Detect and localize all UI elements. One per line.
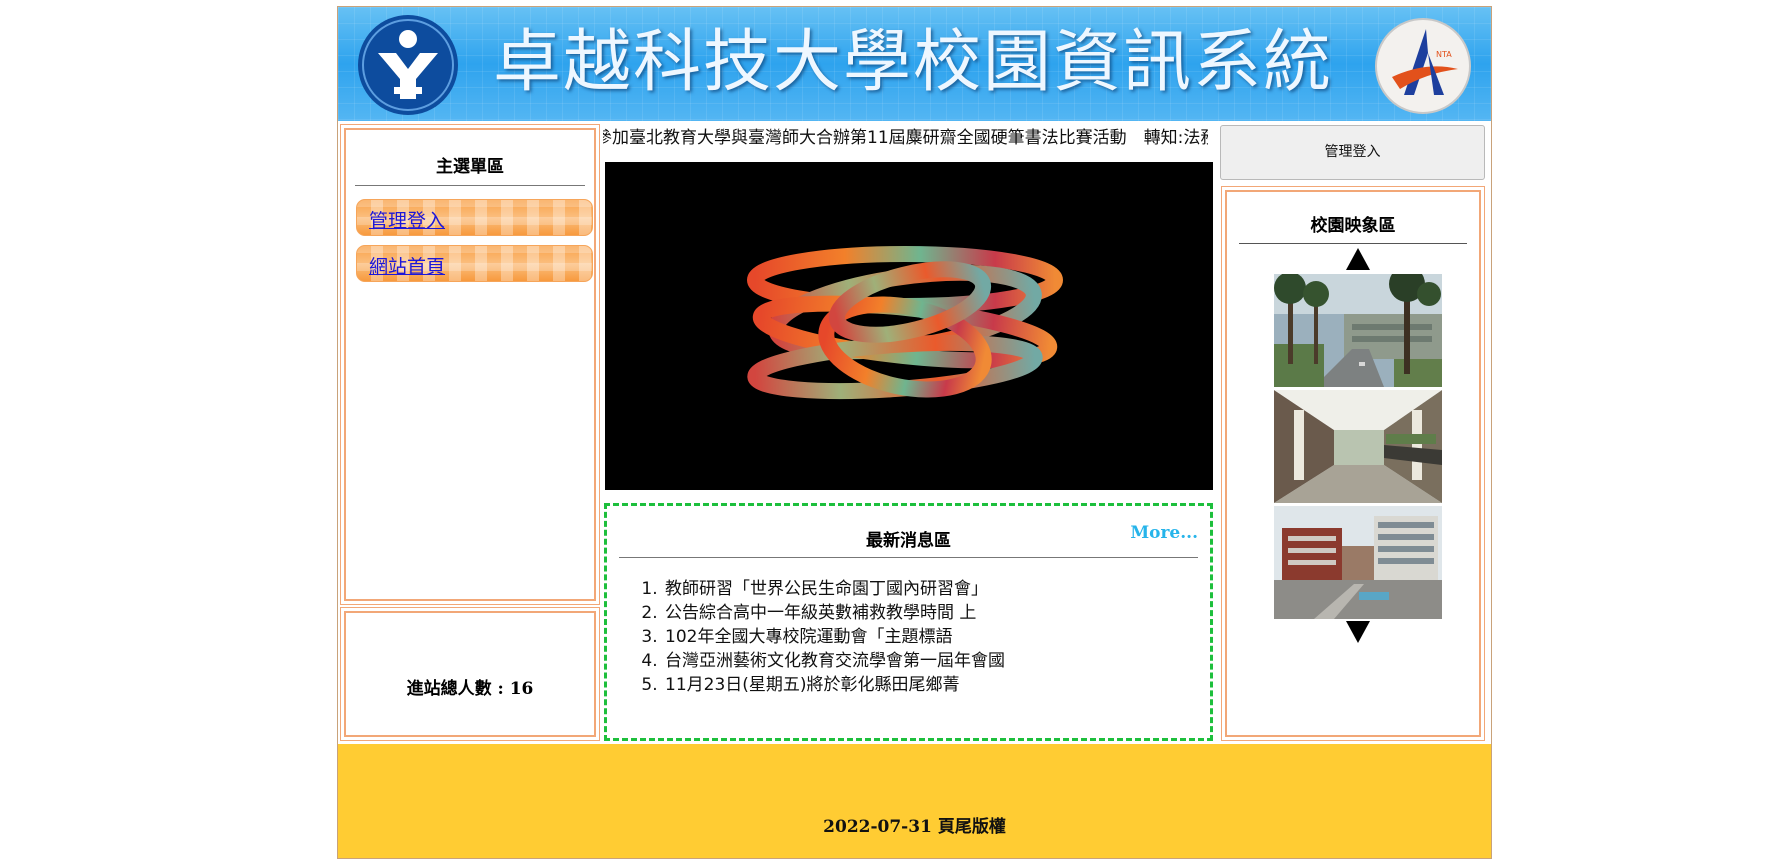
news-item[interactable]: 公告綜合高中一年級英數補救教學時間 上 [663,601,1005,625]
news-list: 教師研習「世界公民生命園丁國內研習會」 公告綜合高中一年級英數補救教學時間 上 … [647,577,1005,697]
visitor-counter-inner: 進站總人數 : 16 [344,611,596,737]
campus-photo-panel: 校園映象區 [1221,186,1485,741]
header-banner: 卓越科技大學校園資訊系統 NTA [338,7,1491,121]
campus-photo-inner: 校園映象區 [1225,190,1481,737]
campus-photo-corridor[interactable] [1274,390,1442,503]
latest-news-title: 最新消息區 [866,531,951,551]
svg-text:NTA: NTA [1436,50,1452,59]
site-title: 卓越科技大學校園資訊系統 [493,23,1334,102]
divider [355,185,585,186]
campus-photo-buildings[interactable] [1274,506,1442,619]
news-marquee[interactable]: 參加臺北教育大學與臺灣師大合辦第11屆麋研齋全國硬筆書法比賽活動 轉知:法務 [603,126,1208,154]
scroll-down-arrow-icon[interactable] [1346,621,1370,643]
scroll-up-arrow-icon[interactable] [1346,248,1370,270]
divider [619,557,1198,558]
footer: 2022-07-31 頁尾版權 [338,744,1491,858]
campus-photo-palm-road[interactable] [1274,274,1442,387]
menu-item-admin-login[interactable]: 管理登入 [356,199,593,236]
sports-logo-icon: NTA [1375,18,1471,114]
university-emblem-icon [358,15,458,115]
menu-item-label[interactable]: 管理登入 [369,206,445,233]
page-container: 卓越科技大學校園資訊系統 NTA 主選單區 管理登入 網站首頁 進站總人數 : … [337,6,1492,859]
footer-copyright: 2022-07-31 頁尾版權 [823,817,1006,837]
visitor-counter: 進站總人數 : 16 [406,679,534,699]
menu-item-label[interactable]: 網站首頁 [369,252,445,279]
campus-photo-title: 校園映象區 [1310,216,1396,236]
news-item[interactable]: 台灣亞洲藝術文化教育交流學會第一屆年會國 [663,649,1005,673]
main-menu-inner: 主選單區 管理登入 網站首頁 [344,128,596,601]
main-menu-panel: 主選單區 管理登入 網站首頁 [340,124,600,605]
marquee-text: 參加臺北教育大學與臺灣師大合辦第11屆麋研齋全國硬筆書法比賽活動 轉知:法務 [603,128,1208,148]
more-news-link[interactable]: More... [1130,523,1198,543]
latest-news-panel: 最新消息區 More... 教師研習「世界公民生命園丁國內研習會」 公告綜合高中… [604,503,1213,741]
news-item[interactable]: 11月23日(星期五)將於彰化縣田尾鄉菁 [663,673,1005,697]
visitor-counter-panel: 進站總人數 : 16 [340,607,600,741]
divider [1239,243,1467,244]
torus-knot-animation [747,246,1063,400]
main-menu-title: 主選單區 [436,157,504,177]
admin-login-button[interactable]: 管理登入 [1220,125,1485,180]
news-item[interactable]: 102年全國大專校院運動會「主題標語 [663,625,1005,649]
news-item[interactable]: 教師研習「世界公民生命園丁國內研習會」 [663,577,1005,601]
menu-item-home[interactable]: 網站首頁 [356,245,593,282]
media-player[interactable] [605,162,1213,490]
